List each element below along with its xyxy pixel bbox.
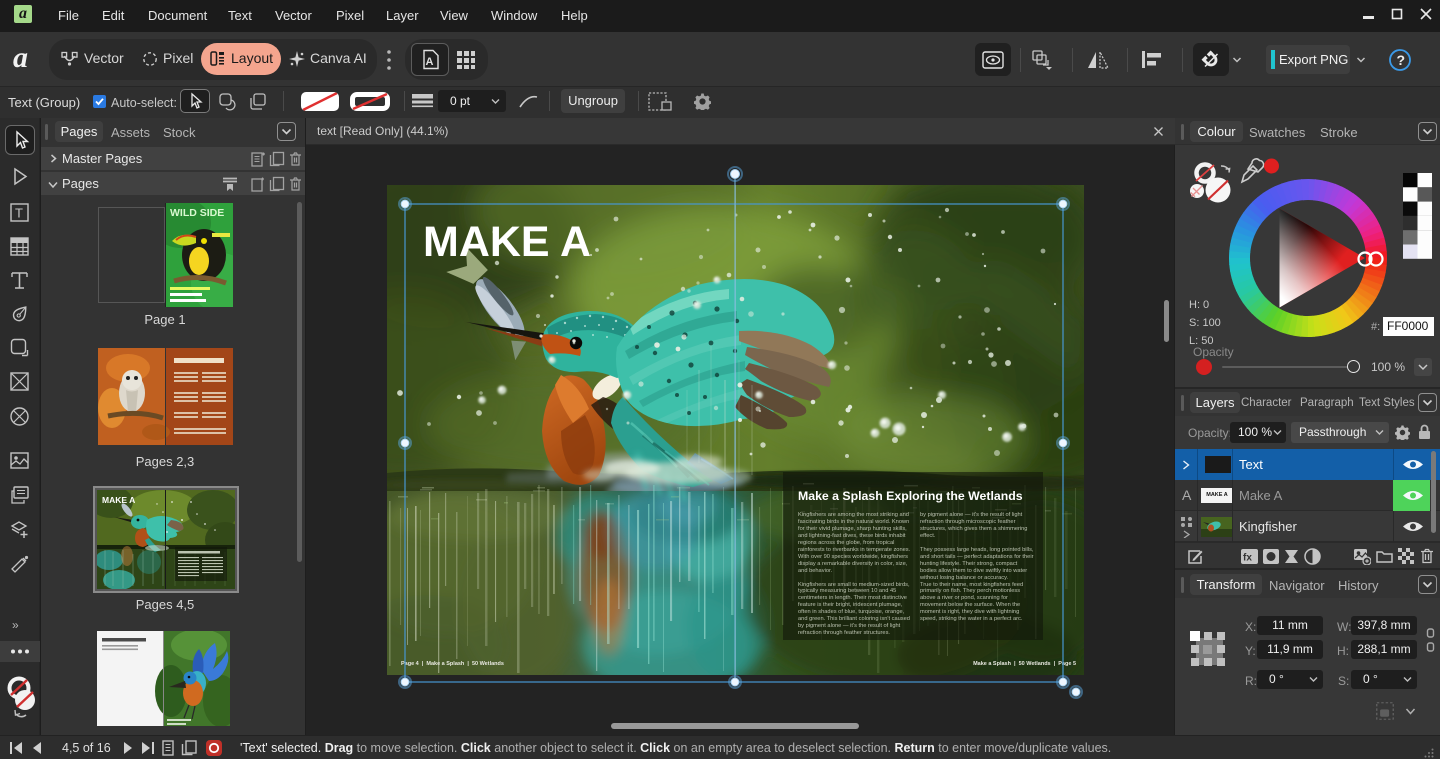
svg-text:?: ?	[1397, 52, 1406, 68]
svg-text:MAKE A: MAKE A	[102, 495, 135, 505]
svg-text:T: T	[15, 206, 23, 221]
svg-text:A: A	[426, 56, 434, 68]
svg-text:a: a	[13, 43, 28, 73]
svg-text:WILD SIDE: WILD SIDE	[170, 207, 224, 219]
svg-text:fx: fx	[1243, 553, 1252, 564]
